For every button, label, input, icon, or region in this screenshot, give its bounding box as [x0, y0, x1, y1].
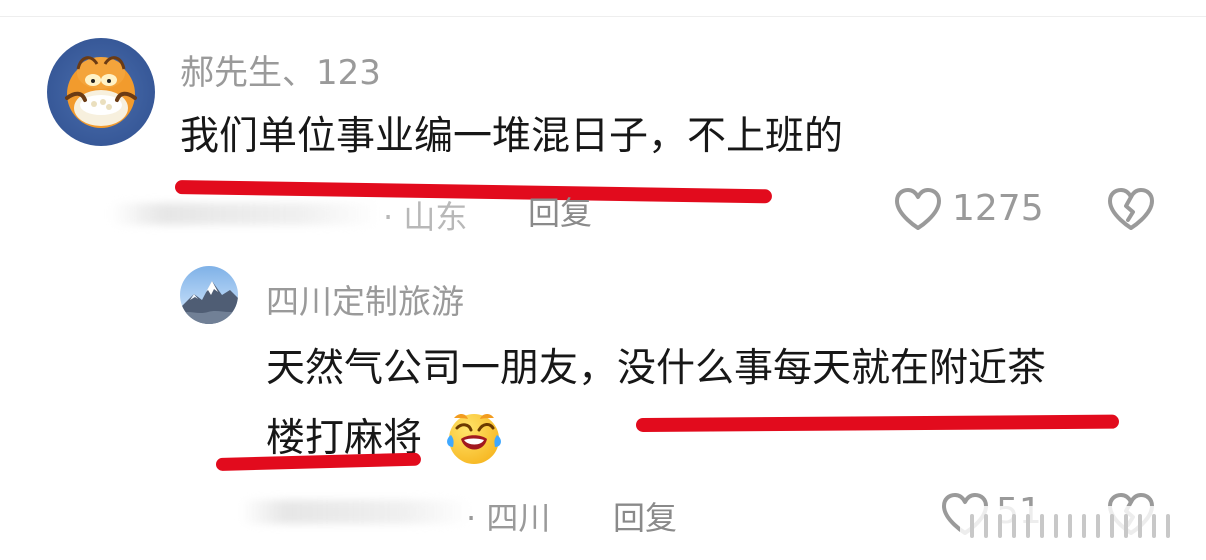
reply-button[interactable]: 回复: [528, 188, 592, 234]
heart-icon[interactable]: [893, 186, 943, 232]
username[interactable]: 郝先生、123: [180, 45, 381, 94]
reply-username[interactable]: 四川定制旅游: [266, 275, 464, 323]
watermark-overlay: [960, 506, 1196, 546]
user-avatar[interactable]: [47, 38, 155, 146]
broken-heart-icon[interactable]: [1106, 186, 1156, 232]
reply-location: · 四川: [466, 499, 551, 537]
comment-location: · 山东: [383, 198, 468, 236]
reply-text-line: 楼打麻将: [266, 416, 423, 461]
red-underline-mark: [215, 452, 422, 471]
laughing-crying-emoji-icon: [447, 413, 501, 464]
blurred-timestamp: [240, 500, 470, 524]
top-divider: [0, 16, 1206, 17]
comment-text: 我们单位事业编一堆混日子，不上班的: [180, 114, 844, 159]
red-underline-mark: [174, 180, 773, 204]
garfield-avatar-icon: [47, 38, 155, 146]
reply-text-line: 天然气公司一朋友，没什么事每天就在附近茶: [266, 346, 1047, 391]
comment-thread: 郝先生、123 我们单位事业编一堆混日子，不上班的 · 山东 回复 1275 四…: [0, 0, 1206, 560]
reply-button[interactable]: 回复: [613, 493, 677, 539]
like-count: 1275: [952, 188, 1044, 229]
red-underline-mark: [635, 414, 1120, 432]
reply-user-avatar[interactable]: [180, 266, 238, 324]
mountain-avatar-icon: [180, 266, 238, 324]
blurred-timestamp: [110, 203, 380, 225]
